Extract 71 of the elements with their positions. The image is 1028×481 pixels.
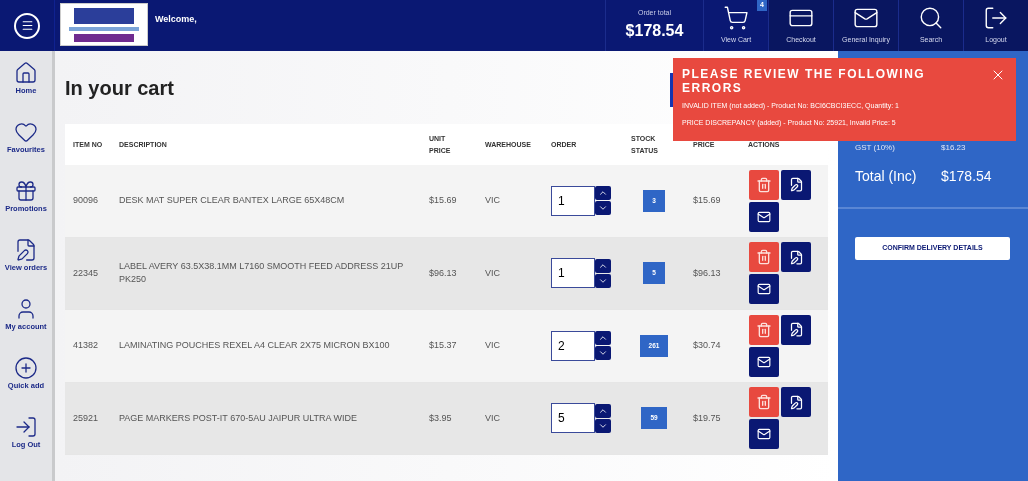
edit-button[interactable] <box>781 242 811 273</box>
item-number: 90096 <box>73 195 99 205</box>
envelope-icon <box>757 427 771 442</box>
product-description: LABEL AVERY 63.5X38.1MM L7160 SMOOTH FEED ADDRESS 21UP PK250 <box>119 260 404 285</box>
unit-price: $3.95 <box>429 412 452 423</box>
quantity-input[interactable]: 1 <box>551 185 595 216</box>
edit-button[interactable] <box>781 169 811 200</box>
edit-icon <box>788 394 804 410</box>
unit-price: $96.13 <box>429 267 457 278</box>
decrease-button[interactable] <box>595 418 611 433</box>
envelope-icon <box>757 354 771 369</box>
edit-icon <box>788 249 804 265</box>
total-price: $30.74 <box>693 340 721 350</box>
gift-icon <box>14 179 38 203</box>
edit-icon <box>788 322 804 338</box>
email-button[interactable] <box>749 419 779 450</box>
error-title: PLEASE REVIEW THE FOLLOWING ERRORS <box>682 67 927 95</box>
unit-price: $15.37 <box>429 340 457 350</box>
order-total-amount: $178.54 <box>625 20 684 41</box>
trash-icon <box>756 249 772 266</box>
document-pen-icon <box>14 238 38 262</box>
quantity-input[interactable]: 5 <box>551 403 595 434</box>
item-number: 22345 <box>73 267 99 278</box>
trash-icon <box>756 394 772 411</box>
item-number: 41382 <box>73 340 99 350</box>
total-price: $96.13 <box>693 267 721 278</box>
envelope-icon <box>757 209 771 224</box>
email-button[interactable] <box>749 346 779 377</box>
increase-button[interactable] <box>595 258 611 273</box>
trash-icon <box>756 176 772 193</box>
envelope-icon <box>757 282 771 297</box>
home-icon <box>14 61 38 85</box>
email-button[interactable] <box>749 201 779 232</box>
warehouse: VIC <box>485 340 500 350</box>
warehouse: VIC <box>485 412 500 423</box>
gst-label: GST (10%) <box>855 142 896 154</box>
page-title: In your cart <box>65 75 174 101</box>
menu-icon <box>20 19 34 32</box>
product-description: DESK MAT SUPER CLEAR BANTEX LARGE 65X48CM <box>119 195 345 205</box>
decrease-button[interactable] <box>595 346 611 361</box>
heart-icon <box>14 120 38 144</box>
cart-icon <box>723 4 749 31</box>
warehouse: VIC <box>485 195 500 205</box>
gst-amount: $16.23 <box>941 142 966 154</box>
item-number: 25921 <box>73 412 99 423</box>
quantity-input[interactable]: 2 <box>551 330 595 361</box>
edit-button[interactable] <box>781 387 811 418</box>
increase-button[interactable] <box>595 186 611 201</box>
total-price: $19.75 <box>693 412 721 423</box>
decrease-button[interactable] <box>595 273 611 288</box>
edit-icon <box>788 177 804 193</box>
increase-button[interactable] <box>595 331 611 346</box>
plus-circle-icon <box>14 356 38 380</box>
email-button[interactable] <box>749 274 779 305</box>
welcome-text: Welcome, <box>155 13 197 26</box>
trash-icon <box>756 321 772 338</box>
product-description: PAGE MARKERS POST-IT 670-5AU JAIPUR ULTRA WIDE <box>119 412 358 423</box>
total-amount: $178.54 <box>941 167 992 186</box>
quantity-input[interactable]: 1 <box>551 258 595 289</box>
logout-icon <box>14 415 38 439</box>
increase-button[interactable] <box>595 403 611 418</box>
menu-button[interactable] <box>14 12 40 39</box>
delete-button[interactable] <box>749 314 779 345</box>
product-description: LAMINATING POUCHES REXEL A4 CLEAR 2X75 MICRON BX100 <box>119 340 390 350</box>
decrease-button[interactable] <box>595 201 611 216</box>
delete-button[interactable] <box>749 169 779 200</box>
total-label: Total (Inc) <box>855 167 918 186</box>
unit-price: $15.69 <box>429 195 457 205</box>
total-price: $15.69 <box>693 195 721 205</box>
warehouse: VIC <box>485 267 500 278</box>
edit-button[interactable] <box>781 314 811 345</box>
